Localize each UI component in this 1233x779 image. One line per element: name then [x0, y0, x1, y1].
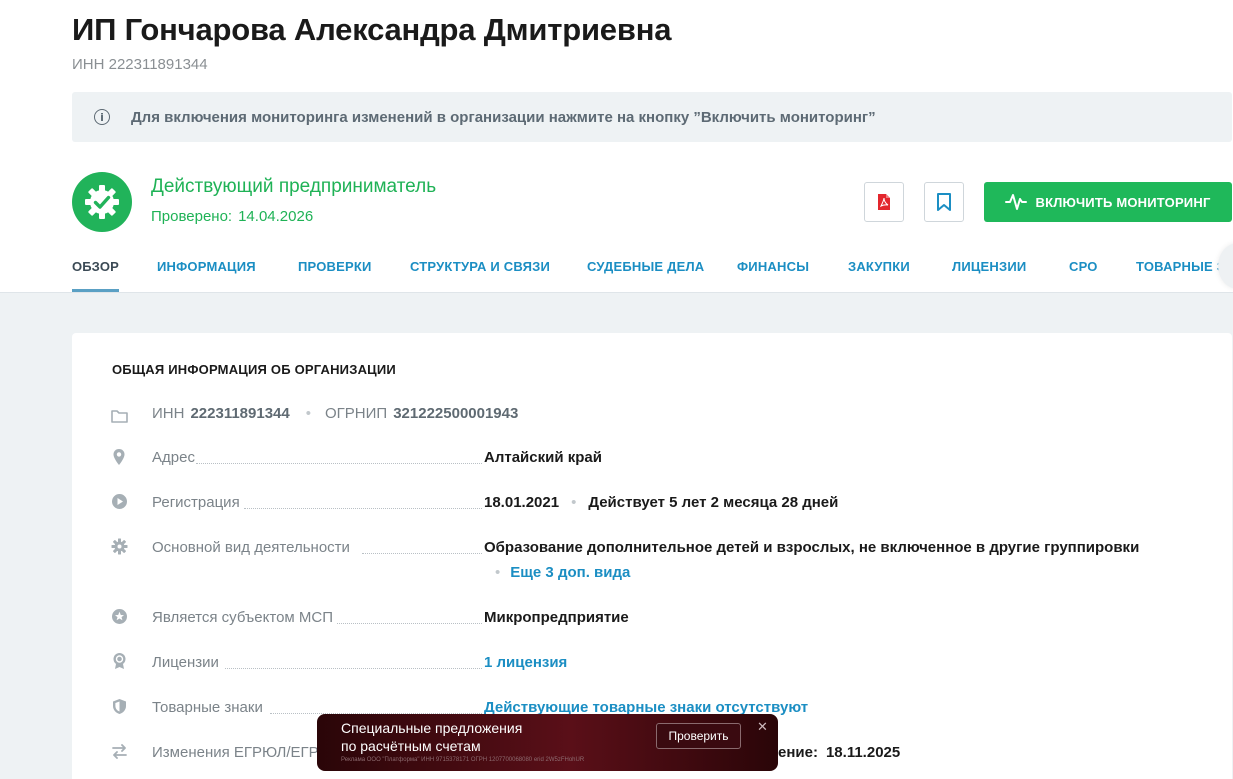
card-title: ОБЩАЯ ИНФОРМАЦИЯ ОБ ОРГАНИЗАЦИИ [112, 362, 396, 377]
close-icon[interactable]: ✕ [757, 720, 768, 735]
msp-label: Является субъектом МСП [152, 609, 334, 626]
star-badge-icon [110, 607, 128, 625]
page-title: ИП Гончарова Александра Дмитриевна [72, 12, 672, 47]
status-title: Действующий предприниматель [151, 176, 437, 197]
play-circle-icon [110, 492, 128, 510]
pdf-download-button[interactable] [864, 182, 904, 222]
shield-icon [110, 697, 128, 715]
tab-licenses[interactable]: ЛИЦЕНЗИИ [952, 258, 1026, 293]
activity-dots [362, 553, 482, 554]
tab-checks[interactable]: ПРОВЕРКИ [298, 258, 372, 293]
inn-label: ИНН [152, 405, 185, 422]
ogrnip-value[interactable]: 321222500001943 [393, 405, 518, 422]
ogrnip-label: ОГРНИП [325, 405, 388, 422]
changes-label: Изменения ЕГРЮЛ/ЕГР [152, 744, 319, 761]
monitoring-notice: i Для включения мониторинга изменений в … [72, 92, 1232, 142]
company-header: ИП Гончарова Александра Дмитриевна ИНН 2… [0, 0, 1233, 293]
address-dots [196, 463, 482, 464]
activity-label: Основной вид деятельности [152, 539, 350, 556]
changes-date: 18.11.2025 [825, 744, 901, 761]
tab-purchases[interactable]: ЗАКУПКИ [848, 258, 910, 293]
verified-gear-check-icon [72, 172, 132, 232]
msp-value: Микропредприятие [484, 609, 629, 626]
location-pin-icon [110, 448, 128, 466]
pdf-icon [878, 194, 890, 210]
registration-date: 18.01.2021 [484, 494, 560, 511]
licenses-dots [225, 668, 482, 669]
bookmark-button[interactable] [924, 182, 964, 222]
license-medal-icon [110, 652, 128, 670]
activity-value: Образование дополнительное детей и взрос… [484, 539, 1140, 556]
ad-check-button[interactable]: Проверить [656, 723, 741, 749]
inn-subtitle: ИНН 222311891344 [72, 56, 208, 73]
section-tabs: ОБЗОР ИНФОРМАЦИЯ ПРОВЕРКИ СТРУКТУРА И СВ… [72, 258, 1233, 293]
ad-banner[interactable]: Специальные предложения по расчётным сче… [317, 714, 778, 771]
licenses-label: Лицензии [152, 654, 219, 671]
general-info-card: ОБЩАЯ ИНФОРМАЦИЯ ОБ ОРГАНИЗАЦИИ ИНН 22231… [72, 333, 1232, 779]
tab-structure[interactable]: СТРУКТУРА И СВЯЗИ [410, 258, 550, 293]
msp-dots [337, 623, 482, 624]
ad-text-line1: Специальные предложения [341, 720, 523, 736]
tab-information[interactable]: ИНФОРМАЦИЯ [157, 258, 256, 293]
tab-court-cases[interactable]: СУДЕБНЫЕ ДЕЛА [587, 258, 704, 293]
registration-duration: Действует 5 лет 2 месяца 28 дней [588, 494, 839, 511]
checked-date: Проверено: 14.04.2026 [151, 208, 313, 225]
pulse-icon [1005, 194, 1028, 210]
tab-overview[interactable]: ОБЗОР [72, 258, 120, 293]
registration-label: Регистрация [152, 494, 240, 511]
address-value: Алтайский край [484, 449, 602, 466]
enable-monitoring-label: ВКЛЮЧИТЬ МОНИТОРИНГ [1035, 194, 1211, 210]
gear-icon [110, 537, 128, 555]
trademarks-label: Товарные знаки [152, 699, 263, 716]
inn-ogrnip-line: ИНН 222311891344 • ОГРНИП 321222500001943 [152, 405, 519, 422]
checked-label: Проверено: [151, 208, 233, 225]
ad-legal-text: Реклама ООО "Платформа" ИНН 9715378171 О… [341, 757, 585, 763]
notice-text: Для включения мониторинга изменений в ор… [131, 108, 876, 126]
registration-dots [244, 508, 482, 509]
folder-icon [110, 407, 128, 425]
changes-value-text: ение: [778, 744, 818, 761]
inn-value[interactable]: 222311891344 [190, 405, 289, 422]
address-label: Адрес [152, 449, 195, 466]
tab-sro[interactable]: СРО [1069, 258, 1098, 293]
tab-finances[interactable]: ФИНАНСЫ [737, 258, 809, 293]
enable-monitoring-button[interactable]: ВКЛЮЧИТЬ МОНИТОРИНГ [984, 182, 1232, 222]
bookmark-icon [937, 193, 951, 211]
checked-date-value: 14.04.2026 [238, 208, 314, 225]
swap-arrows-icon [110, 742, 128, 760]
activity-more: • Еще 3 доп. вида [495, 564, 631, 581]
info-icon: i [94, 109, 110, 125]
changes-value: ение: 18.11.2025 [778, 744, 900, 761]
registration-value: 18.01.2021 • Действует 5 лет 2 месяца 28 д… [484, 494, 839, 511]
ad-text-line2: по расчётным счетам [341, 738, 481, 754]
licenses-link[interactable]: 1 лицензия [484, 654, 567, 671]
more-activities-link[interactable]: Еще 3 доп. вида [510, 564, 630, 581]
